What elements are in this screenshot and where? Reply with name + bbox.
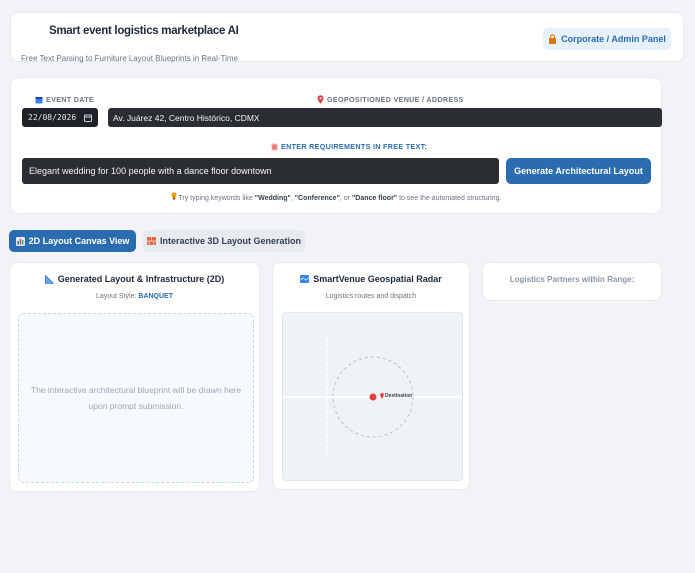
event-date-input[interactable]: 22/08/2026 (22, 108, 98, 127)
layout-panel-title: Generated Layout & Infrastructure (2D) (10, 274, 259, 284)
radar-panel-title: SmartVenue Geospatial Radar (273, 274, 469, 284)
chart-icon (15, 236, 25, 246)
tab-2d-layout[interactable]: 2D Layout Canvas View (9, 230, 136, 252)
triangle-ruler-icon (44, 274, 54, 284)
blueprint-canvas[interactable]: The interactive architectural blueprint … (18, 313, 254, 483)
partners-panel: Logistics Partners within Range: (482, 262, 662, 301)
venue-label: GEOPOSITIONED VENUE / ADDRESS (317, 95, 464, 104)
partners-title: Logistics Partners within Range: (509, 275, 635, 284)
event-date-label: EVENT DATE (35, 95, 94, 104)
location-pin-icon (317, 95, 324, 104)
bricks-icon (146, 237, 156, 245)
memo-icon (271, 143, 278, 151)
layout-style-value: BANQUET (138, 293, 174, 300)
radar-subtitle: Logistics routes and dispatch (325, 293, 417, 300)
venue-input[interactable]: Av. Juárez 42, Centro Histórico, CDMX (108, 108, 662, 127)
generate-layout-button[interactable]: Generate Architectural Layout (506, 158, 651, 184)
pin-icon (380, 393, 384, 399)
app-title: Smart event logistics marketplace AI (49, 25, 239, 37)
event-form: EVENT DATE GEOPOSITIONED VENUE / ADDRESS… (10, 77, 662, 214)
radar-panel: SmartVenue Geospatial Radar Logistics ro… (272, 262, 470, 490)
requirements-input[interactable]: Elegant wedding for 100 people with a da… (22, 158, 499, 184)
calendar-icon (35, 96, 43, 104)
hint-text: Try typing keywords like "Wedding", "Con… (11, 192, 661, 202)
lock-icon (548, 34, 557, 44)
admin-panel-label: Corporate / Admin Panel (561, 34, 666, 44)
radar-graphic (283, 338, 462, 458)
blueprint-placeholder: The interactive architectural blueprint … (30, 385, 242, 411)
admin-panel-button[interactable]: Corporate / Admin Panel (543, 28, 671, 50)
tab-3d-layout[interactable]: Interactive 3D Layout Generation (143, 230, 305, 252)
app-header: Smart event logistics marketplace AI Fre… (10, 12, 684, 63)
map-icon (300, 275, 310, 283)
app-subtitle: Free Text Parsing to Furniture Layout Bl… (21, 54, 238, 63)
destination-label: Destination (380, 393, 412, 399)
layout-panel: Generated Layout & Infrastructure (2D) L… (9, 262, 260, 492)
destination-marker (369, 393, 377, 401)
requirements-label: ENTER REQUIREMENTS IN FREE TEXT: (271, 142, 427, 151)
calendar-picker-icon[interactable] (84, 114, 92, 122)
layout-style: Layout Style: BANQUET (95, 293, 174, 300)
lightbulb-icon (170, 192, 177, 200)
radar-map[interactable]: Destination (282, 312, 463, 481)
